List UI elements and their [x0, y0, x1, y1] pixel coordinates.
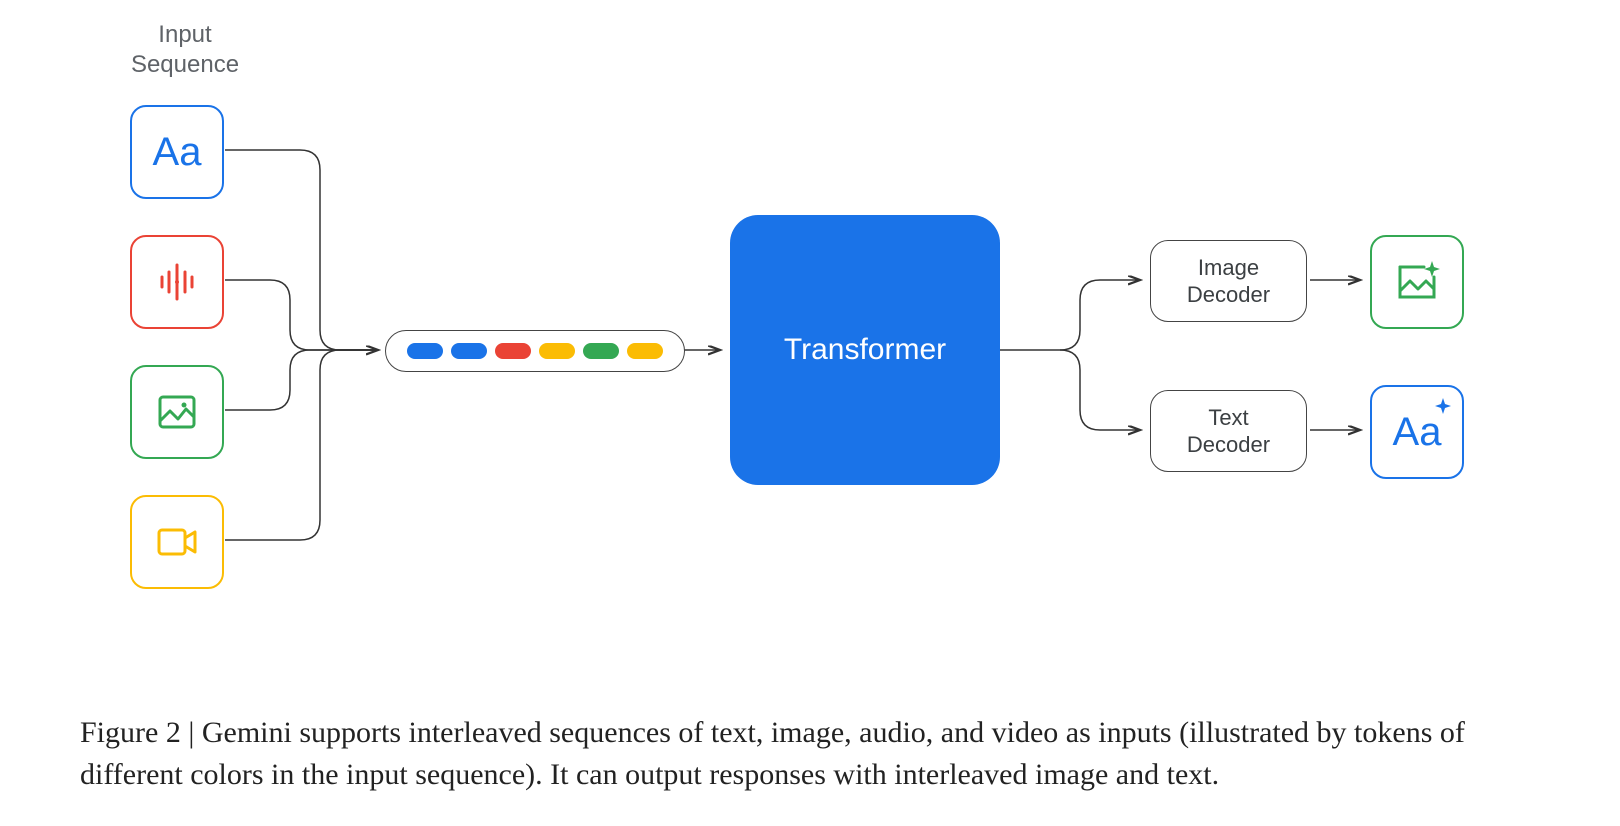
token [627, 343, 663, 359]
image-decoder-box: Image Decoder [1150, 240, 1307, 322]
caption-body: Gemini supports interleaved sequences of… [80, 716, 1465, 791]
token-sequence [385, 330, 685, 372]
transformer-label: Transformer [784, 333, 946, 367]
output-image-box [1370, 235, 1464, 329]
text-decoder-label: Text Decoder [1187, 404, 1270, 459]
text-decoder-box: Text Decoder [1150, 390, 1307, 472]
input-image-box [130, 365, 224, 459]
figure-caption: Figure 2 | Gemini supports interleaved s… [80, 712, 1560, 796]
text-icon: Aa [153, 132, 202, 172]
token [495, 343, 531, 359]
video-icon [153, 518, 201, 566]
input-video-box [130, 495, 224, 589]
token [451, 343, 487, 359]
token [539, 343, 575, 359]
input-audio-box [130, 235, 224, 329]
sparkle-icon [1434, 397, 1452, 415]
caption-prefix: Figure 2 | [80, 716, 202, 749]
generated-text-icon: Aa [1393, 412, 1442, 452]
token [407, 343, 443, 359]
token [583, 343, 619, 359]
image-icon [154, 389, 200, 435]
generated-image-icon [1390, 255, 1444, 309]
input-sequence-label: Input Sequence [110, 20, 260, 80]
audio-icon [152, 257, 202, 307]
output-text-box: Aa [1370, 385, 1464, 479]
figure-canvas: Input Sequence Aa [0, 0, 1620, 826]
transformer-block: Transformer [730, 215, 1000, 485]
input-text-box: Aa [130, 105, 224, 199]
image-decoder-label: Image Decoder [1187, 254, 1270, 309]
